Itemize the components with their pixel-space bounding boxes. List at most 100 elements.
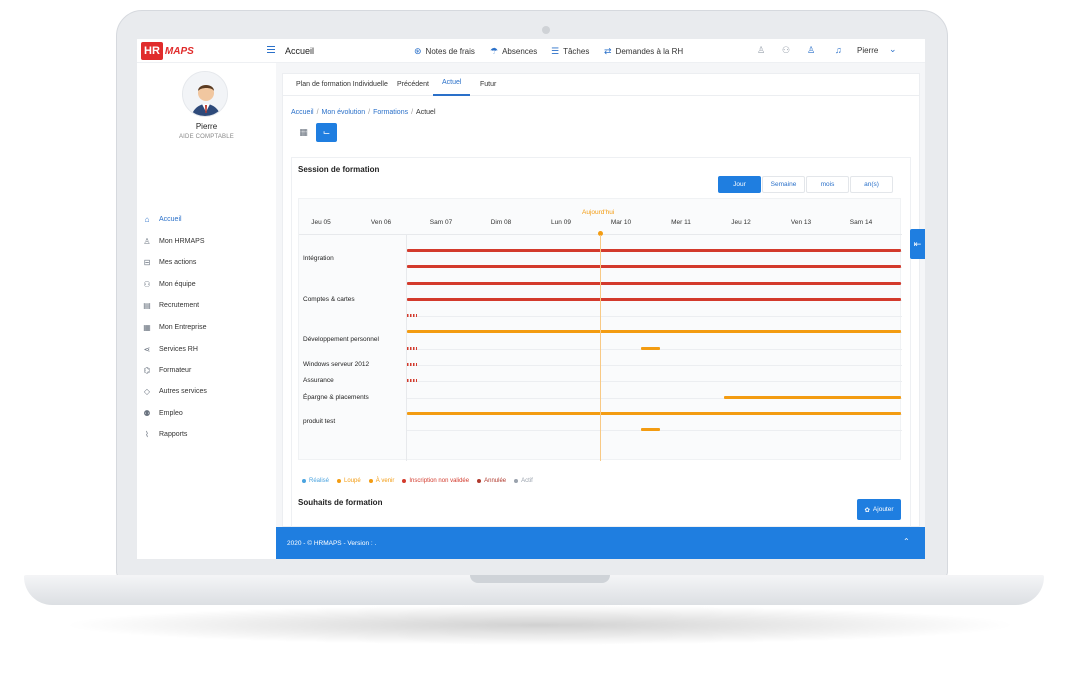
gantt-bar[interactable]: [407, 330, 901, 333]
breadcrumb: Accueil / Mon évolution / Formations / Actuel: [291, 109, 436, 116]
building-icon: ▦: [143, 322, 151, 332]
row-label-epargne: Épargne & placements: [303, 394, 369, 401]
recruit-icon: ▤: [143, 300, 151, 310]
breadcrumb-formations[interactable]: Formations: [373, 109, 408, 116]
gantt-bar[interactable]: [407, 265, 901, 268]
chevron-up-icon[interactable]: ⌃: [903, 537, 910, 546]
chevron-down-icon[interactable]: ⌄: [889, 44, 897, 55]
gantt-dash[interactable]: [407, 347, 417, 350]
umbrella-icon: ☂: [490, 46, 499, 56]
tab-precedent[interactable]: Précédent: [397, 81, 429, 88]
row-label-windows: Windows serveur 2012: [303, 361, 370, 368]
nav-taches[interactable]: ☰ Tâches: [551, 46, 589, 57]
range-jour-button[interactable]: Jour: [718, 176, 761, 193]
sidebar-item-mon-equipe[interactable]: ⚇ Mon équipe: [142, 277, 196, 291]
breadcrumb-mon-evolution[interactable]: Mon évolution: [322, 109, 366, 116]
table-view-button[interactable]: ▦: [293, 123, 314, 142]
gantt-dash[interactable]: [407, 379, 417, 382]
range-ans-button[interactable]: an(s): [850, 176, 893, 193]
sidebar-item-rapports[interactable]: ⌇ Rapports: [142, 427, 187, 441]
account-icon[interactable]: ♙: [807, 45, 815, 56]
avatar[interactable]: [182, 71, 228, 117]
users-icon[interactable]: ⚇: [782, 45, 790, 56]
sidebar-item-autres-services[interactable]: ◇ Autres services: [142, 384, 207, 398]
bell-icon[interactable]: ♫: [835, 45, 842, 55]
sidebar-item-mes-actions[interactable]: ⊟ Mes actions: [142, 255, 197, 269]
avatar-image: [183, 72, 227, 116]
money-icon: ⊛: [414, 46, 422, 56]
day-label: Jeu 12: [731, 219, 751, 226]
legend-item: Loupé: [337, 478, 361, 484]
sidebar-item-empleo[interactable]: ⚉ Empleo: [142, 406, 182, 420]
day-label: Sam 14: [849, 219, 873, 226]
session-card: Session de formation Jour Semaine mois a…: [291, 157, 911, 527]
sidebar-item-label: Rapports: [159, 430, 188, 438]
nav-label: Notes de frais: [425, 47, 475, 56]
sidebar-item-accueil[interactable]: ⌂ Accueil: [142, 212, 182, 226]
user-plus-icon[interactable]: ♙: [757, 45, 765, 56]
logo-maps: MAPS: [164, 45, 194, 57]
range-mois-button[interactable]: mois: [806, 176, 849, 193]
gantt-bar[interactable]: [407, 412, 901, 415]
exit-icon: ⇤: [913, 238, 922, 249]
add-wish-button[interactable]: ✿ Ajouter: [857, 499, 901, 520]
home-icon: ⌂: [144, 214, 150, 224]
gantt-dash[interactable]: [407, 363, 417, 366]
tab-futur[interactable]: Futur: [480, 81, 496, 88]
tab-actuel[interactable]: Actuel: [442, 79, 461, 86]
nav-absences[interactable]: ☂ Absences: [490, 46, 537, 57]
sidebar-item-mon-hrmaps[interactable]: ♙ Mon HRMAPS: [142, 234, 205, 248]
tab-underline: [433, 94, 470, 96]
range-semaine-button[interactable]: Semaine: [762, 176, 805, 193]
day-label: Lun 09: [551, 219, 571, 226]
panel: Plan de formation Individuelle Précédent…: [282, 73, 920, 527]
gantt-bar[interactable]: [724, 396, 901, 399]
sidebar-item-label: Mes actions: [159, 258, 197, 266]
day-label: Dim 08: [490, 219, 512, 226]
sidebar-item-mon-entreprise[interactable]: ▦ Mon Entreprise: [142, 320, 206, 334]
gantt-bar[interactable]: [407, 282, 901, 285]
day-label: Sam 07: [429, 219, 453, 226]
gantt-view-button[interactable]: ⌙: [316, 123, 337, 142]
session-title: Session de formation: [298, 165, 380, 174]
gantt-bar[interactable]: [641, 347, 660, 350]
breadcrumb-accueil[interactable]: Accueil: [291, 109, 314, 116]
main-content: Plan de formation Individuelle Précédent…: [276, 63, 925, 527]
gantt-bar[interactable]: [407, 249, 901, 252]
menu-icon[interactable]: [267, 46, 275, 53]
sidebar-item-label: Accueil: [159, 215, 182, 223]
sidebar-item-label: Mon équipe: [159, 280, 196, 288]
breadcrumb-current: Actuel: [416, 109, 436, 116]
logout-side-tab[interactable]: ⇤: [910, 229, 925, 259]
laptop-shadow: [60, 605, 1020, 645]
legend-label: Loupé: [344, 478, 361, 484]
sidebar-item-label: Recrutement: [159, 301, 200, 309]
row-label-developpement: Développement personnel: [303, 336, 379, 343]
nav-demandes-rh[interactable]: ⇄ Demandes à la RH: [604, 46, 683, 57]
wishes-title: Souhaits de formation: [298, 498, 383, 507]
logo-hr: HR: [141, 42, 163, 60]
sidebar-item-label: Services RH: [159, 345, 198, 353]
nav-notes-de-frais[interactable]: ⊛ Notes de frais: [414, 46, 475, 57]
day-label: Mer 11: [671, 219, 691, 226]
gantt-bar[interactable]: [407, 298, 901, 301]
tab-plan-formation[interactable]: Plan de formation Individuelle: [296, 81, 388, 88]
legend-label: À venir: [375, 478, 395, 484]
user-name[interactable]: Pierre: [857, 46, 878, 55]
day-label: Ven 06: [370, 219, 392, 226]
sidebar-item-label: Mon Entreprise: [159, 323, 207, 331]
gantt-dash[interactable]: [407, 314, 417, 317]
sidebar-item-formateur[interactable]: ⌬ Formateur: [142, 363, 192, 377]
sidebar-item-label: Mon HRMAPS: [159, 237, 205, 245]
sidebar-item-label: Autres services: [159, 387, 207, 395]
legend-label: Actif: [521, 478, 533, 484]
nav-label: Demandes à la RH: [615, 47, 684, 56]
logo[interactable]: HR MAPS: [141, 41, 194, 61]
tag-icon: ◇: [143, 386, 151, 396]
sidebar-item-label: Formateur: [159, 366, 192, 374]
sidebar-item-services-rh[interactable]: ⋖ Services RH: [142, 342, 198, 356]
sidebar-item-recrutement[interactable]: ▤ Recrutement: [142, 298, 199, 312]
footer: 2020 - © HRMAPS - Version : . ⌃: [276, 527, 925, 559]
gantt-bar[interactable]: [641, 428, 660, 431]
day-label: Mar 10: [610, 219, 632, 226]
